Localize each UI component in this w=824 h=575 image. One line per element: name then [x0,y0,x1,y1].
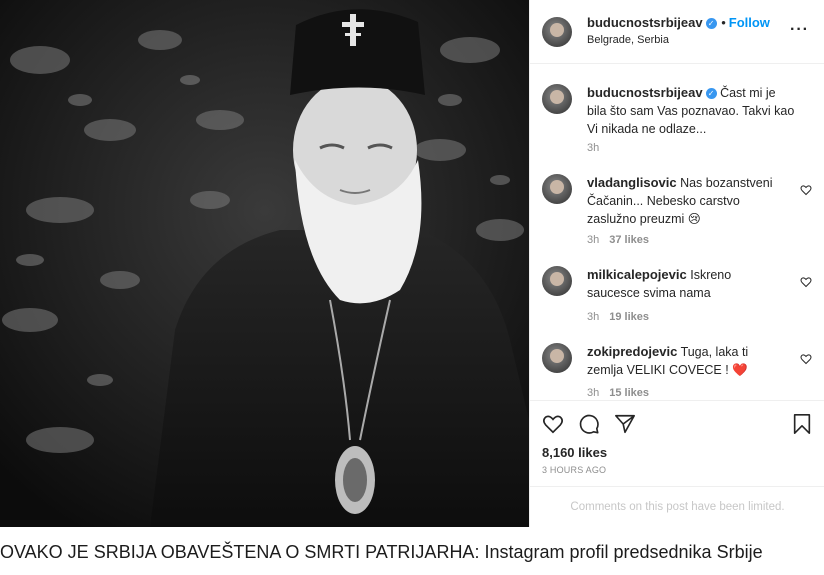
comment-likes[interactable]: 37 likes [609,234,649,246]
heart-icon[interactable] [542,413,564,435]
bookmark-icon[interactable] [791,413,813,435]
author-avatar[interactable] [542,17,572,47]
article-caption: OVAKO JE SRBIJA OBAVEŠTENA O SMRTI PATRI… [0,542,763,562]
comment-icon[interactable] [578,413,600,435]
heart-outline-icon[interactable] [800,353,812,365]
caption-avatar[interactable] [542,84,572,114]
comment-time[interactable]: 3h [587,387,599,399]
comment-likes[interactable]: 15 likes [609,387,649,399]
commenter-username[interactable]: milkicalepojevic [587,267,687,282]
follow-button[interactable]: Follow [729,15,770,30]
separator-dot: • [721,15,726,30]
more-options-icon[interactable]: ··· [790,21,809,39]
heart-outline-icon[interactable] [800,276,812,288]
verified-badge-icon: ✓ [705,88,717,100]
post-timestamp[interactable]: 3 HOURS AGO [542,465,606,475]
commenter-avatar[interactable] [542,174,572,204]
verified-badge-icon: ✓ [705,18,717,30]
commenter-avatar[interactable] [542,266,572,296]
post-location[interactable]: Belgrade, Serbia [587,34,669,46]
comment-time[interactable]: 3h [587,234,599,246]
likes-count[interactable]: 8,160 likes [542,445,607,460]
comments-limited-notice: Comments on this post have been limited. [530,486,824,528]
patriarch-photo [0,0,529,527]
post-side-panel: buducnostsrbijeav ✓ • Follow Belgrade, Ser… [529,0,824,527]
post-image[interactable] [0,0,529,527]
caption-username[interactable]: buducnostsrbijeav [587,85,703,100]
post-actions: 8,160 likes 3 HOURS AGO Comments on this… [530,400,824,527]
commenter-username[interactable]: zokipredojevic [587,344,677,359]
heart-outline-icon[interactable] [800,184,812,196]
post-header: buducnostsrbijeav ✓ • Follow Belgrade, Ser… [530,0,824,64]
commenter-username[interactable]: vladanglisovic [587,175,677,190]
comment-time[interactable]: 3h [587,311,599,323]
comment-likes[interactable]: 19 likes [609,311,649,323]
commenter-avatar[interactable] [542,343,572,373]
author-username[interactable]: buducnostsrbijeav [587,15,703,30]
caption-time[interactable]: 3h [587,142,599,154]
share-icon[interactable] [614,413,636,435]
